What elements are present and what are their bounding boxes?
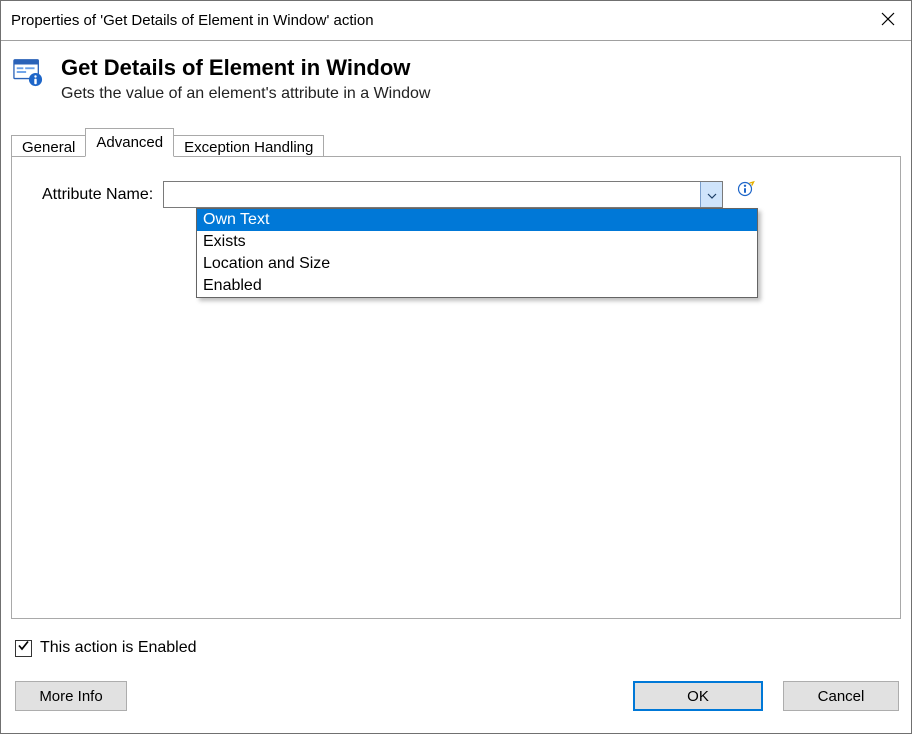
enabled-checkbox-row: This action is Enabled	[15, 639, 899, 657]
dropdown-item-location-and-size[interactable]: Location and Size	[197, 253, 757, 275]
action-icon	[11, 55, 45, 87]
attribute-name-label: Attribute Name:	[42, 186, 153, 204]
enabled-checkbox[interactable]	[15, 640, 32, 657]
more-info-button[interactable]: More Info	[15, 681, 127, 711]
button-row: More Info OK Cancel	[15, 681, 899, 711]
dialog-subtitle: Gets the value of an element's attribute…	[61, 85, 430, 103]
dialog-title: Get Details of Element in Window	[61, 55, 430, 81]
header-text: Get Details of Element in Window Gets th…	[61, 55, 430, 103]
close-icon	[881, 12, 895, 30]
tabs: General Advanced Exception Handling	[11, 127, 901, 156]
tab-advanced[interactable]: Advanced	[85, 128, 174, 157]
dialog-footer: This action is Enabled More Info OK Canc…	[11, 619, 901, 723]
tab-panel-advanced: Attribute Name:	[11, 156, 901, 619]
close-button[interactable]	[865, 1, 911, 41]
chevron-down-icon	[707, 186, 717, 203]
attribute-name-combobox[interactable]	[163, 181, 723, 208]
titlebar-text: Properties of 'Get Details of Element in…	[11, 12, 374, 29]
attribute-name-row: Attribute Name:	[42, 181, 755, 208]
ok-button[interactable]: OK	[633, 681, 763, 711]
dropdown-item-enabled[interactable]: Enabled	[197, 275, 757, 297]
info-icon	[737, 180, 755, 202]
attribute-name-value	[164, 182, 700, 207]
attribute-name-dropdown-list: Own Text Exists Location and Size Enable…	[196, 208, 758, 298]
cancel-button[interactable]: Cancel	[783, 681, 899, 711]
titlebar: Properties of 'Get Details of Element in…	[1, 1, 911, 41]
checkmark-icon	[17, 639, 30, 657]
dropdown-item-exists[interactable]: Exists	[197, 231, 757, 253]
attribute-name-help-button[interactable]	[737, 182, 755, 200]
dropdown-item-own-text[interactable]: Own Text	[197, 209, 757, 231]
dialog-body: General Advanced Exception Handling Attr…	[1, 121, 911, 733]
attribute-name-dropdown-button[interactable]	[700, 182, 722, 207]
dialog-window: Properties of 'Get Details of Element in…	[0, 0, 912, 734]
dialog-header: Get Details of Element in Window Gets th…	[1, 41, 911, 121]
enabled-checkbox-label: This action is Enabled	[40, 639, 197, 657]
right-buttons: OK Cancel	[633, 681, 899, 711]
